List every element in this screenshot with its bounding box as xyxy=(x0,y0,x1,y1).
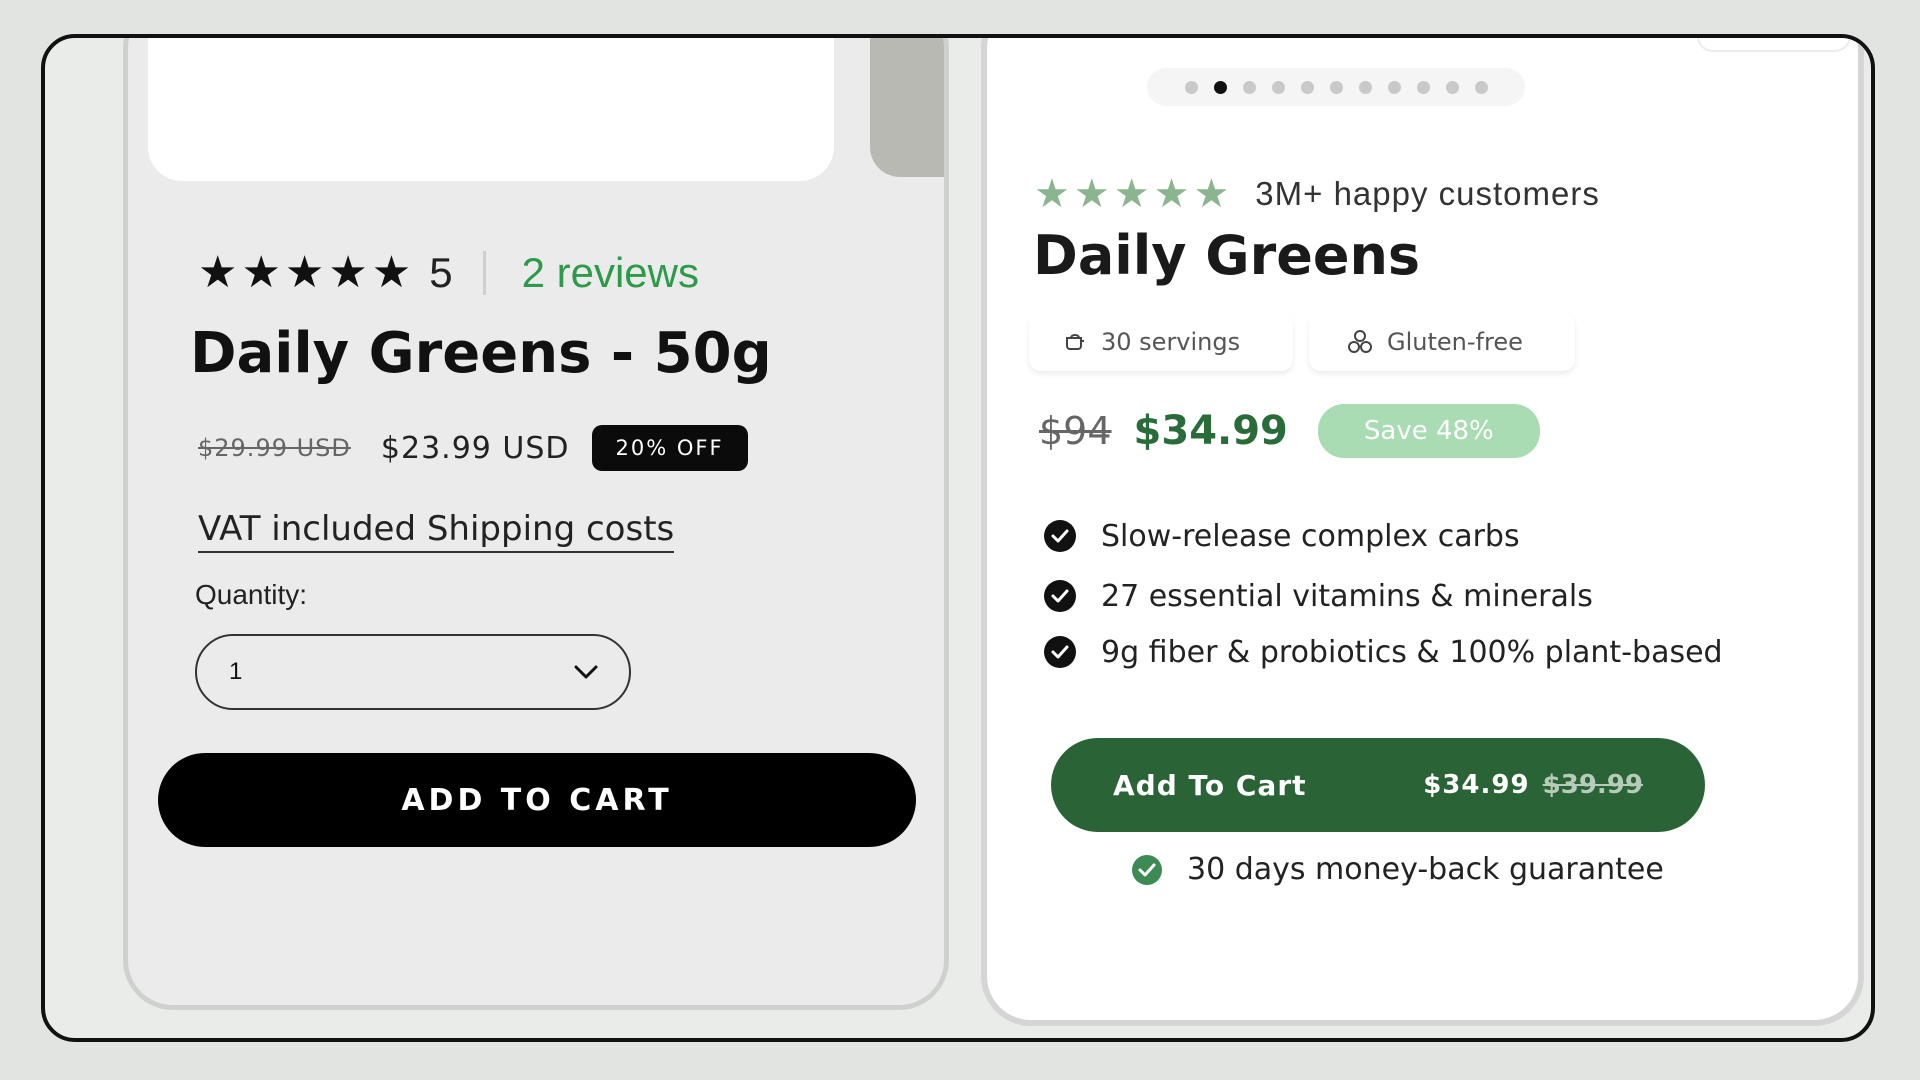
benefit-text: 9g fiber & probiotics & 100% plant-based xyxy=(1101,634,1723,670)
customers-count: 3M+ happy customers xyxy=(1255,175,1600,212)
carousel-dot[interactable] xyxy=(1416,80,1430,94)
top-tab xyxy=(1697,38,1851,52)
quantity-label: Quantity: xyxy=(195,579,308,610)
benefit-text: 27 essential vitamins & minerals xyxy=(1101,578,1593,614)
rating-row: ★★★★★ 3M+ happy customers xyxy=(1034,174,1600,214)
list-item: 9g fiber & probiotics & 100% plant-based xyxy=(1043,624,1723,680)
carousel-dot[interactable] xyxy=(1329,80,1343,94)
servings-chip: 30 servings xyxy=(1029,313,1293,371)
product-image-area xyxy=(148,38,834,181)
add-to-cart-price-group: $34.99 $39.99 xyxy=(1423,770,1643,800)
carousel-dot[interactable] xyxy=(1474,80,1488,94)
left-product-card: ★★★★★ 5 2 reviews Daily Greens - 50g $29… xyxy=(123,38,949,1010)
next-image-peek[interactable] xyxy=(870,38,944,177)
chip-label: 30 servings xyxy=(1101,328,1241,356)
save-badge: Save 48% xyxy=(1317,404,1540,458)
compare-price: $94 xyxy=(1039,409,1112,453)
price-row: $29.99 USD $23.99 USD 20% OFF xyxy=(198,425,748,471)
image-carousel-dots[interactable] xyxy=(1147,68,1525,106)
carousel-dot[interactable] xyxy=(1184,80,1198,94)
sale-price: $23.99 USD xyxy=(380,430,570,466)
product-title: Daily Greens xyxy=(1033,224,1421,287)
grain-icon xyxy=(1348,330,1372,353)
chip-label: Gluten-free xyxy=(1387,328,1523,356)
scoop-icon xyxy=(1066,334,1084,350)
divider xyxy=(482,251,486,295)
add-to-cart-label: Add To Cart xyxy=(1113,768,1307,802)
sale-price: $34.99 xyxy=(1133,408,1288,454)
star-rating-icon: ★★★★★ xyxy=(1034,171,1234,217)
add-to-cart-button[interactable]: Add To Cart $34.99 $39.99 xyxy=(1051,738,1705,832)
check-circle-icon xyxy=(1044,636,1076,668)
quantity-value: 1 xyxy=(229,658,243,685)
compare-price: $29.99 USD xyxy=(198,434,351,462)
list-item: Slow-release complex carbs xyxy=(1043,508,1723,564)
price-row: $94 $34.99 Save 48% xyxy=(1039,404,1540,458)
benefit-text: Slow-release complex carbs xyxy=(1101,518,1520,554)
right-product-card: ★★★★★ 3M+ happy customers Daily Greens 3… xyxy=(981,38,1864,1026)
check-circle-icon xyxy=(1044,580,1076,612)
carousel-dot-active[interactable] xyxy=(1213,80,1227,94)
guarantee-text: 30 days money-back guarantee xyxy=(1187,852,1664,887)
reviews-link[interactable]: 2 reviews xyxy=(522,249,699,297)
carousel-dot[interactable] xyxy=(1387,80,1401,94)
carousel-dot[interactable] xyxy=(1358,80,1372,94)
watermark-logo: خمسات xyxy=(890,1033,1083,1038)
list-item: 27 essential vitamins & minerals xyxy=(1043,568,1723,624)
screenshot-frame: ★★★★★ 5 2 reviews Daily Greens - 50g $29… xyxy=(41,34,1875,1042)
vat-shipping-link[interactable]: VAT included Shipping costs xyxy=(198,509,675,553)
gluten-free-chip: Gluten-free xyxy=(1309,313,1575,371)
chevron-down-icon xyxy=(574,665,598,679)
check-circle-icon xyxy=(1044,520,1076,552)
rating-row: ★★★★★ 5 2 reviews xyxy=(198,249,699,297)
discount-badge: 20% OFF xyxy=(591,425,748,471)
quantity-select[interactable]: 1 xyxy=(195,634,631,710)
button-price: $34.99 xyxy=(1423,770,1530,800)
button-compare-price: $39.99 xyxy=(1542,770,1643,800)
star-rating-icon: ★★★★★ xyxy=(198,248,416,297)
carousel-dot[interactable] xyxy=(1242,80,1256,94)
benefits-list: Slow-release complex carbs 27 essential … xyxy=(1043,508,1723,680)
guarantee-row: 30 days money-back guarantee xyxy=(1131,852,1664,887)
add-to-cart-button[interactable]: ADD TO CART xyxy=(158,753,916,847)
rating-value: 5 xyxy=(429,249,453,296)
carousel-dot[interactable] xyxy=(1271,80,1285,94)
check-circle-icon xyxy=(1132,854,1162,885)
carousel-dot[interactable] xyxy=(1300,80,1314,94)
product-title: Daily Greens - 50g xyxy=(190,321,772,386)
carousel-dot[interactable] xyxy=(1445,80,1459,94)
